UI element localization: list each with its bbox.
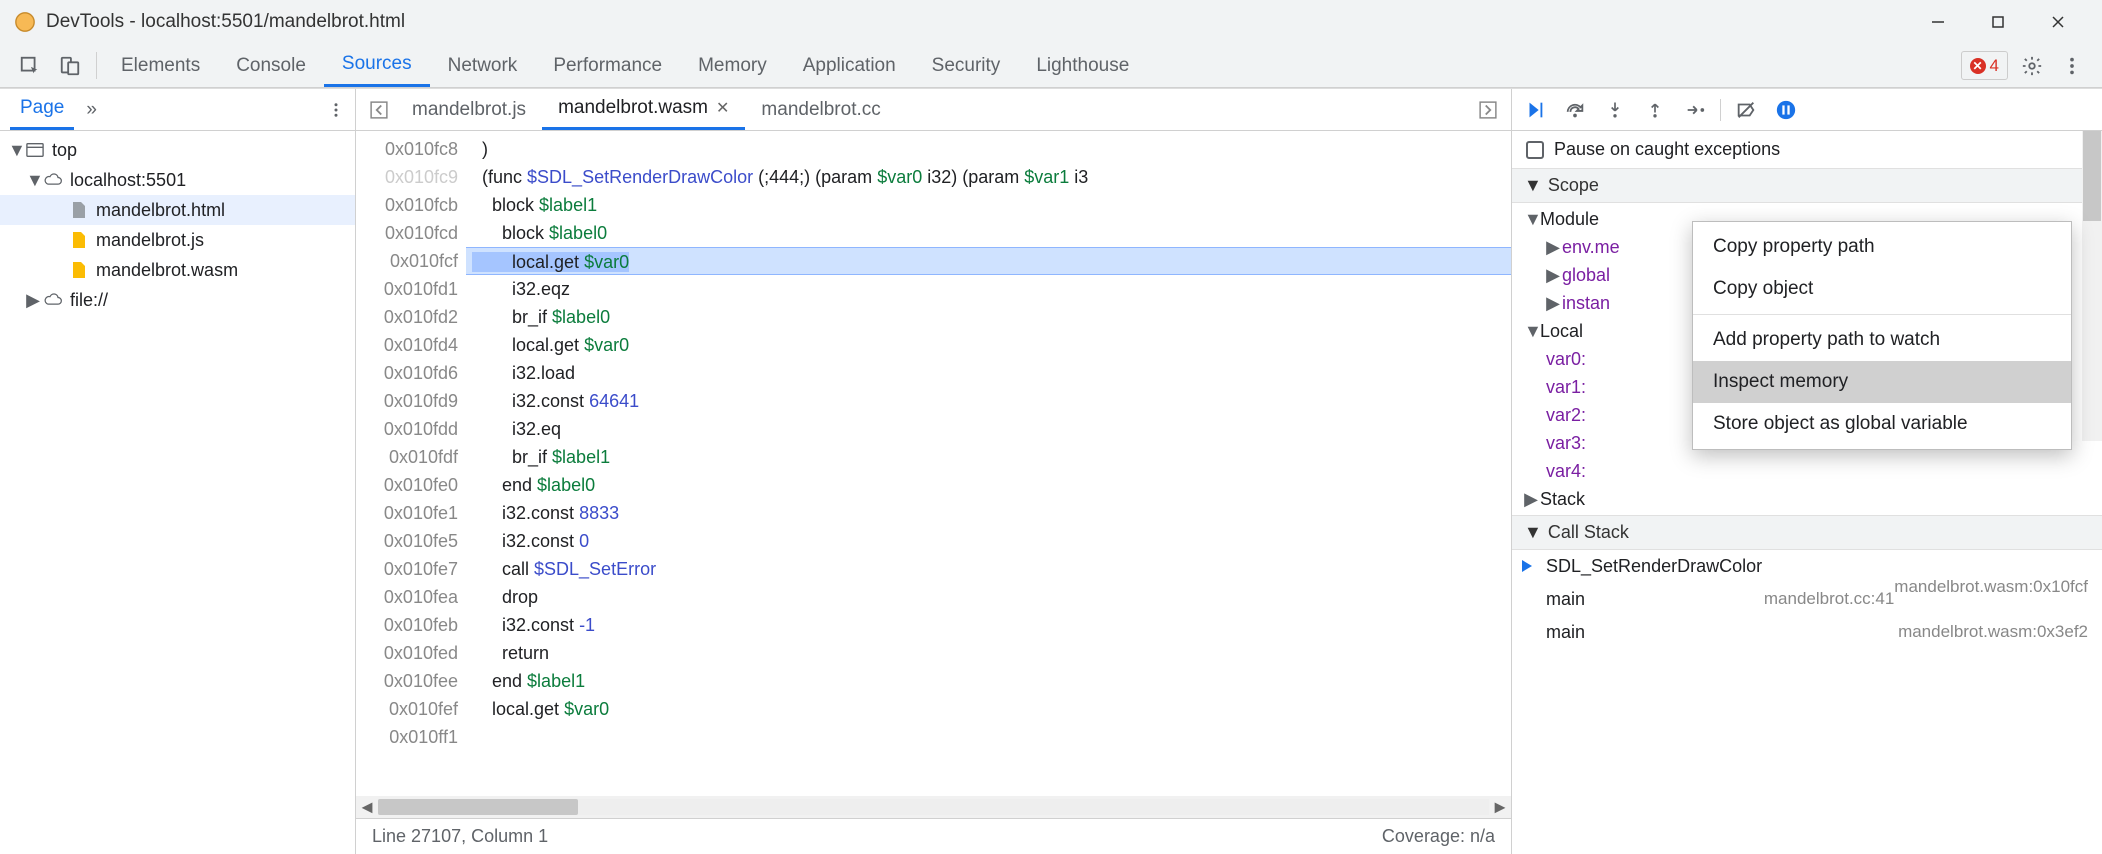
code-lines[interactable]: ) (func $SDL_SetRenderDrawColor (;444;) … [466,131,1511,796]
tree-file-label: mandelbrot.js [96,230,204,251]
pause-on-caught-row[interactable]: Pause on caught exceptions [1512,131,2102,168]
file-tab-cc[interactable]: mandelbrot.cc [745,89,896,130]
checkbox-icon[interactable] [1526,141,1544,159]
scope-stack[interactable]: ▶Stack [1512,485,2102,513]
pause-on-caught-label: Pause on caught exceptions [1554,139,1780,160]
tree-host[interactable]: ▼localhost:5501 [0,165,355,195]
tab-performance[interactable]: Performance [535,44,680,87]
ctx-copy-object[interactable]: Copy object [1693,268,2071,310]
navigator-tab-page[interactable]: Page [10,89,74,130]
scope-local-var[interactable]: var4: [1512,457,2102,485]
step-out-icon[interactable] [1640,95,1670,125]
scope-header[interactable]: ▼Scope [1512,168,2102,203]
frame-location: mandelbrot.cc:41 [1764,589,1894,609]
file-history-fwd-icon[interactable] [1471,89,1505,130]
callstack-header[interactable]: ▼Call Stack [1512,515,2102,550]
file-icon [68,259,90,281]
file-tab-js[interactable]: mandelbrot.js [396,89,542,130]
scroll-track[interactable] [378,799,1489,815]
kebab-menu-icon[interactable] [2052,44,2092,87]
debugger-pane: Pause on caught exceptions ▼Scope ▼Modul… [1512,89,2102,854]
frame-location: mandelbrot.wasm:0x3ef2 [1898,622,2088,642]
ctx-inspect-memory[interactable]: Inspect memory [1693,361,2071,403]
tree-file-js[interactable]: mandelbrot.js [0,225,355,255]
tab-security[interactable]: Security [914,44,1019,87]
window-title: DevTools - localhost:5501/mandelbrot.htm… [46,11,405,33]
file-icon [68,199,90,221]
error-count: 4 [1990,56,1999,76]
ctx-separator [1693,314,2071,315]
navigator-more-tabs[interactable]: » [86,99,97,121]
code-body[interactable]: 0x010fc80x010fc90x010fcb0x010fcd0x010fcf… [356,131,1511,796]
tree-file-scheme[interactable]: ▶file:// [0,285,355,315]
scroll-right-icon[interactable]: ► [1489,797,1511,818]
tab-application[interactable]: Application [785,44,914,87]
devtools-toolbar: Elements Console Sources Network Perform… [0,44,2102,88]
tree-file-label: mandelbrot.html [96,200,225,221]
deactivate-breakpoints-icon[interactable] [1731,95,1761,125]
tree-host-label: localhost:5501 [70,170,186,191]
window-minimize-button[interactable] [1908,0,1968,44]
device-toolbar-icon[interactable] [50,44,90,87]
inspect-element-icon[interactable] [10,44,50,87]
resume-icon[interactable] [1520,95,1550,125]
tab-sources[interactable]: Sources [324,44,430,87]
vscroll-thumb[interactable] [2083,131,2101,221]
window-maximize-button[interactable] [1968,0,2028,44]
status-bar: Line 27107, Column 1 Coverage: n/a [356,818,1511,854]
ctx-store-global[interactable]: Store object as global variable [1693,403,2071,445]
pause-exceptions-icon[interactable] [1771,95,1801,125]
window-icon [24,139,46,161]
step-icon[interactable] [1680,95,1710,125]
error-counter[interactable]: ✕ 4 [1961,51,2008,80]
tab-elements[interactable]: Elements [103,44,218,87]
code-pane: mandelbrot.js mandelbrot.wasm✕ mandelbro… [356,89,1512,854]
callstack-body: SDL_SetRenderDrawColormandelbrot.wasm:0x… [1512,550,2102,649]
frame-location: mandelbrot.wasm:0x10fcf [1894,577,2088,597]
step-over-icon[interactable] [1560,95,1590,125]
gutter: 0x010fc80x010fc90x010fcb0x010fcd0x010fcf… [356,131,466,796]
scroll-left-icon[interactable]: ◄ [356,797,378,818]
cloud-icon [42,289,64,311]
cursor-position: Line 27107, Column 1 [372,826,548,847]
navigator-kebab-icon[interactable] [327,101,345,119]
tree-file-scheme-label: file:// [70,290,108,311]
window-titlebar: DevTools - localhost:5501/mandelbrot.htm… [0,0,2102,44]
navigator-header: Page » [0,89,355,131]
tab-console[interactable]: Console [218,44,324,87]
file-history-back-icon[interactable] [362,89,396,130]
tab-lighthouse[interactable]: Lighthouse [1018,44,1147,87]
tree-file-label: mandelbrot.wasm [96,260,238,281]
horizontal-scrollbar[interactable]: ◄ ► [356,796,1511,818]
context-menu: Copy property path Copy object Add prope… [1692,221,2072,450]
tree-top[interactable]: ▼top [0,135,355,165]
tree-file-html[interactable]: mandelbrot.html [0,195,355,225]
file-icon [68,229,90,251]
file-tabs: mandelbrot.js mandelbrot.wasm✕ mandelbro… [356,89,1511,131]
debugger-toolbar [1512,89,2102,131]
file-navigator: Page » ▼top ▼localhost:5501 mandelbrot.h… [0,89,356,854]
coverage-status: Coverage: n/a [1382,826,1495,847]
window-close-button[interactable] [2028,0,2088,44]
step-into-icon[interactable] [1600,95,1630,125]
tab-network[interactable]: Network [430,44,536,87]
tree-file-wasm[interactable]: mandelbrot.wasm [0,255,355,285]
callstack-frame[interactable]: SDL_SetRenderDrawColormandelbrot.wasm:0x… [1512,550,2102,583]
error-icon: ✕ [1970,58,1986,74]
close-tab-icon[interactable]: ✕ [716,98,729,118]
callstack-frame[interactable]: mainmandelbrot.wasm:0x3ef2 [1512,616,2102,649]
devtools-logo-icon [14,11,36,33]
main-layout: Page » ▼top ▼localhost:5501 mandelbrot.h… [0,88,2102,854]
tab-memory[interactable]: Memory [680,44,785,87]
scroll-thumb[interactable] [378,799,578,815]
ctx-copy-property-path[interactable]: Copy property path [1693,226,2071,268]
tree-top-label: top [52,140,77,161]
file-tab-wasm[interactable]: mandelbrot.wasm✕ [542,89,745,130]
cloud-icon [42,169,64,191]
file-tree: ▼top ▼localhost:5501 mandelbrot.html man… [0,131,355,854]
ctx-add-watch[interactable]: Add property path to watch [1693,319,2071,361]
vertical-scrollbar[interactable] [2082,131,2102,441]
settings-gear-icon[interactable] [2012,44,2052,87]
